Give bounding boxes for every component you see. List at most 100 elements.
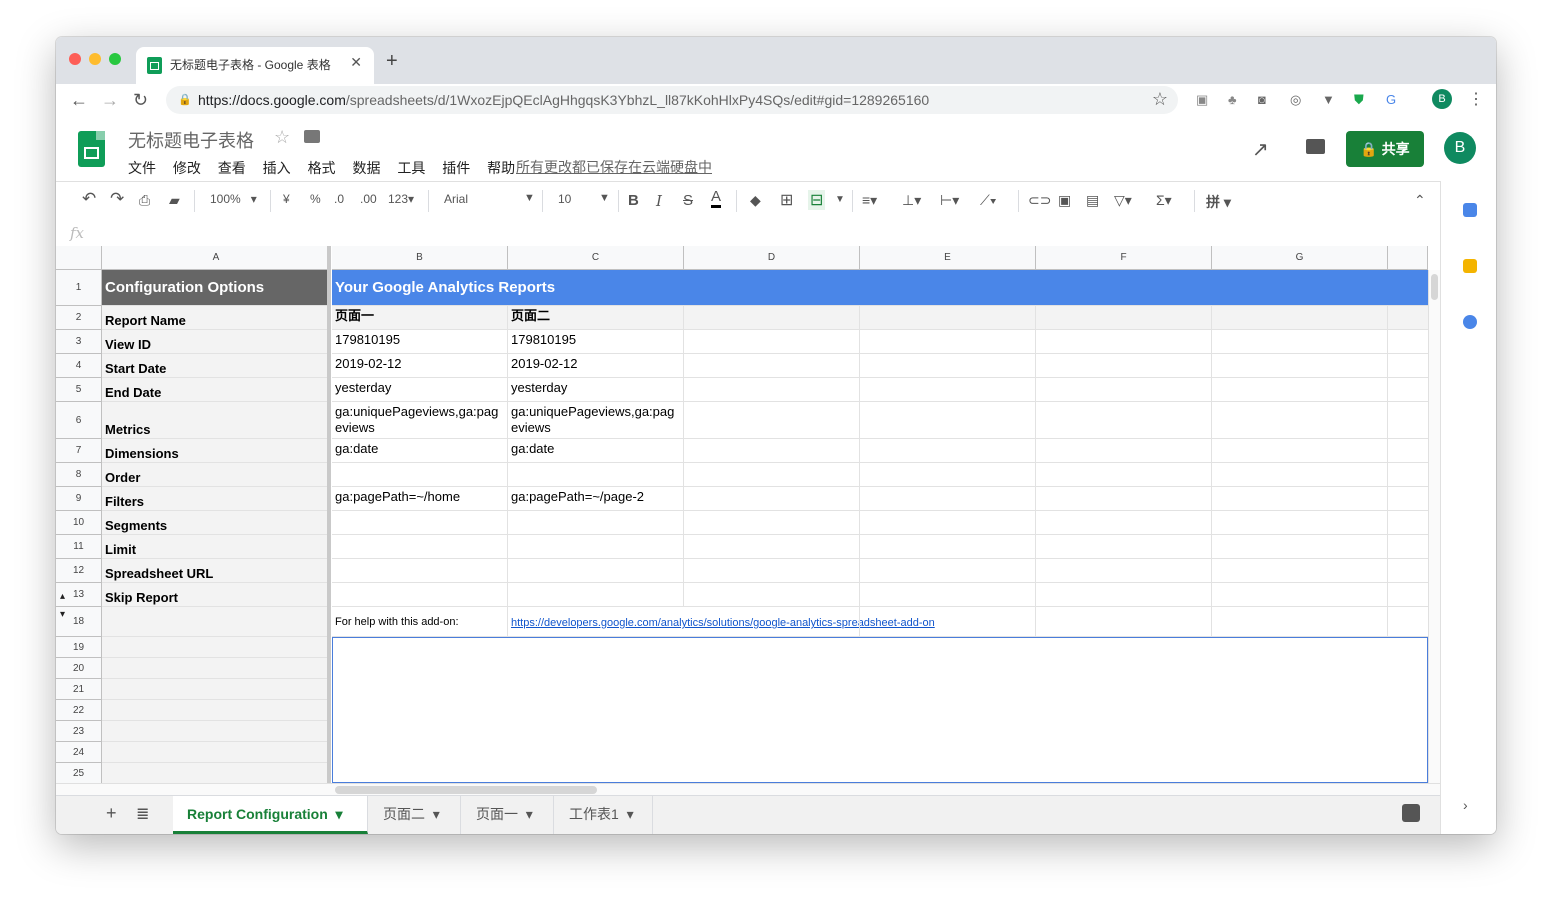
row-header[interactable]: 24 (56, 742, 102, 763)
cell[interactable] (684, 559, 860, 583)
cell[interactable] (684, 439, 860, 463)
column-header[interactable]: D (684, 246, 860, 270)
cell[interactable]: ga:date (508, 439, 684, 463)
menu-addons[interactable]: 插件 (442, 160, 470, 176)
cell[interactable] (332, 511, 508, 535)
cell[interactable] (102, 700, 331, 721)
cell[interactable] (102, 607, 331, 637)
cell[interactable] (860, 330, 1036, 354)
column-header[interactable]: E (860, 246, 1036, 270)
cell[interactable]: 179810195 (508, 330, 684, 354)
cell[interactable]: Dimensions (102, 439, 331, 463)
menu-format[interactable]: 格式 (308, 160, 336, 176)
cell[interactable] (684, 535, 860, 559)
cell[interactable] (1036, 583, 1212, 607)
font-size-select[interactable]: 10 (558, 192, 571, 206)
cell[interactable]: 2019-02-12 (508, 354, 684, 378)
percent-format-button[interactable]: % (310, 192, 321, 206)
italic-button[interactable]: I (656, 192, 662, 210)
cell[interactable] (1212, 402, 1388, 439)
cell[interactable]: ga:uniquePageviews,ga:pageviews (332, 402, 508, 439)
row-header[interactable]: 2 (56, 306, 102, 330)
zoom-window-button[interactable] (109, 53, 121, 65)
cell[interactable]: Configuration Options (102, 270, 331, 306)
row-header[interactable]: 22 (56, 700, 102, 721)
cell[interactable]: Limit (102, 535, 331, 559)
folder-icon[interactable] (304, 130, 320, 143)
sheet-tab-page-1[interactable]: 页面一 ▾ (462, 796, 554, 834)
column-header[interactable] (1388, 246, 1428, 270)
collapse-rows-icon[interactable]: ▾ (60, 609, 65, 620)
cell[interactable] (684, 583, 860, 607)
cell[interactable]: For help with this add-on: (332, 607, 508, 637)
bold-button[interactable]: B (628, 192, 639, 209)
extension-icon[interactable]: ▼ (1322, 92, 1335, 107)
back-arrow-icon[interactable]: ← (70, 90, 88, 111)
insert-chart-icon[interactable]: ▤ (1086, 192, 1099, 209)
cell[interactable] (1036, 354, 1212, 378)
vertical-align-icon[interactable]: ⊥▾ (902, 192, 921, 209)
text-color-button[interactable]: A (711, 189, 722, 208)
cell[interactable]: 179810195 (332, 330, 508, 354)
cell[interactable]: Segments (102, 511, 331, 535)
all-sheets-list-icon[interactable]: ≣ (136, 804, 149, 824)
row-header[interactable]: 1 (56, 270, 102, 306)
cell[interactable] (332, 559, 508, 583)
save-status[interactable]: 所有更改都已保存在云端硬盘中 (516, 157, 712, 177)
cell[interactable] (1212, 487, 1388, 511)
cell[interactable] (1036, 330, 1212, 354)
expand-panel-chevron-icon[interactable]: › (1463, 797, 1468, 813)
cell[interactable]: ga:date (332, 439, 508, 463)
redo-icon[interactable]: ↷ (110, 189, 124, 209)
menu-view[interactable]: 查看 (218, 160, 246, 176)
vertical-scrollbar[interactable] (1428, 270, 1440, 783)
cell[interactable] (1036, 535, 1212, 559)
cell[interactable] (508, 535, 684, 559)
extension-icon[interactable]: ◎ (1290, 92, 1301, 108)
font-size-chevron-down-icon[interactable]: ▼ (599, 192, 610, 204)
cell[interactable] (684, 378, 860, 402)
menu-file[interactable]: 文件 (128, 160, 156, 176)
cell[interactable]: Skip Report (102, 583, 331, 607)
cell[interactable] (1212, 306, 1388, 330)
cell[interactable] (102, 721, 331, 742)
cell[interactable]: ga:pagePath=~/home (332, 487, 508, 511)
cell[interactable]: Start Date (102, 354, 331, 378)
column-header[interactable]: C (508, 246, 684, 270)
cell[interactable] (684, 511, 860, 535)
cell[interactable] (508, 463, 684, 487)
cell[interactable] (860, 607, 1036, 637)
reload-icon[interactable]: ↻ (133, 90, 148, 111)
row-header[interactable]: 25 (56, 763, 102, 783)
cell[interactable]: Report Name (102, 306, 331, 330)
cell[interactable] (1036, 607, 1212, 637)
sheets-logo-icon[interactable] (78, 131, 105, 167)
cell[interactable]: 2019-02-12 (332, 354, 508, 378)
cell[interactable]: Metrics (102, 402, 331, 439)
merged-title-cell[interactable]: Your Google Analytics Reports (332, 270, 1428, 306)
menu-insert[interactable]: 插入 (263, 160, 291, 176)
merge-cells-icon[interactable]: ⊟ (808, 190, 826, 210)
text-wrap-icon[interactable]: ⊢▾ (940, 192, 959, 209)
cell[interactable] (1212, 463, 1388, 487)
cell[interactable] (332, 583, 508, 607)
cell[interactable] (1212, 439, 1388, 463)
strikethrough-button[interactable]: S (683, 192, 693, 209)
sheet-tab-page-2[interactable]: 页面二 ▾ (369, 796, 461, 834)
cell[interactable]: Spreadsheet URL (102, 559, 331, 583)
shield-icon[interactable]: ⛊ (1354, 92, 1364, 108)
bookmark-star-icon[interactable]: ☆ (1152, 89, 1168, 110)
cell[interactable] (684, 402, 860, 439)
spreadsheet-grid[interactable]: A B C D E F G 1 Configuration Options Your Google… (56, 246, 1440, 783)
font-chevron-down-icon[interactable]: ▼ (524, 192, 535, 204)
cell[interactable] (684, 354, 860, 378)
cell[interactable] (860, 535, 1036, 559)
cell[interactable]: View ID (102, 330, 331, 354)
menu-edit[interactable]: 修改 (173, 160, 201, 176)
zoom-select[interactable]: 100% ▾ (210, 192, 257, 206)
cell[interactable]: Order (102, 463, 331, 487)
paint-format-icon[interactable]: ▰ (169, 192, 180, 209)
more-formats-button[interactable]: 123▾ (388, 192, 414, 206)
text-rotate-icon[interactable]: ⟋▾ (980, 192, 997, 209)
cell[interactable] (332, 463, 508, 487)
